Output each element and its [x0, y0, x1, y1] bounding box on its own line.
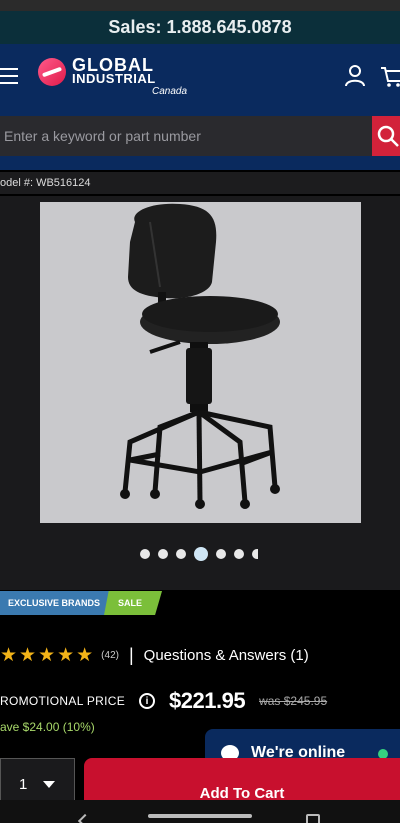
- carousel-dot[interactable]: [158, 549, 168, 559]
- site-header: GLOBAL INDUSTRIAL Canada: [0, 44, 400, 114]
- model-number: odel #: WB516124: [0, 172, 400, 194]
- carousel-dot[interactable]: [140, 549, 150, 559]
- logo-region: Canada: [152, 86, 188, 97]
- carousel-dot[interactable]: [176, 549, 186, 559]
- was-price: was $245.95: [259, 694, 328, 708]
- home-gesture-icon[interactable]: [148, 814, 252, 818]
- current-price: $221.95: [169, 688, 246, 713]
- status-bar: [0, 0, 400, 11]
- header-divider: [0, 158, 400, 170]
- savings-text: ave $24.00 (10%): [0, 720, 95, 734]
- carousel-dot[interactable]: [252, 549, 258, 559]
- exclusive-brands-badge: EXCLUSIVE BRANDS: [0, 591, 115, 615]
- logo[interactable]: GLOBAL INDUSTRIAL Canada: [38, 56, 198, 102]
- sales-phone-banner[interactable]: Sales: 1.888.645.0878: [0, 11, 400, 44]
- logo-mark-icon: [38, 58, 66, 86]
- carousel-dot[interactable]: [216, 549, 226, 559]
- cart-icon[interactable]: [380, 64, 400, 88]
- sale-badge: SALE: [104, 591, 163, 615]
- carousel-dots: [140, 546, 258, 562]
- review-count[interactable]: (42): [101, 650, 119, 661]
- search-input[interactable]: [0, 116, 372, 156]
- star-rating-icon[interactable]: ★★★★★: [0, 644, 95, 667]
- carousel-dot[interactable]: [234, 549, 244, 559]
- price-row: ROMOTIONAL PRICE i $221.95 was $245.95: [0, 688, 400, 714]
- back-icon[interactable]: [77, 813, 93, 823]
- search-button[interactable]: [372, 116, 400, 156]
- account-icon[interactable]: [344, 64, 366, 88]
- chair-illustration: [120, 203, 280, 509]
- tabs-icon[interactable]: [306, 814, 320, 823]
- logo-line2: INDUSTRIAL: [72, 71, 156, 86]
- search-icon: [377, 125, 399, 147]
- promo-label: ROMOTIONAL PRICE: [0, 694, 126, 708]
- carousel-dot-active[interactable]: [194, 547, 208, 561]
- divider: |: [128, 644, 134, 665]
- product-image[interactable]: [40, 202, 361, 523]
- info-icon[interactable]: i: [139, 693, 156, 709]
- product-badges: EXCLUSIVE BRANDS SALE: [0, 591, 163, 615]
- menu-icon[interactable]: [0, 68, 20, 86]
- search-bar: [0, 114, 400, 158]
- chevron-down-icon: [43, 780, 56, 788]
- questions-answers-link[interactable]: Questions & Answers (1): [144, 647, 309, 664]
- system-nav-bar: [0, 800, 400, 823]
- rating-row: ★★★★★ (42) | Questions & Answers (1): [0, 644, 309, 666]
- quantity-value: 1: [19, 775, 28, 793]
